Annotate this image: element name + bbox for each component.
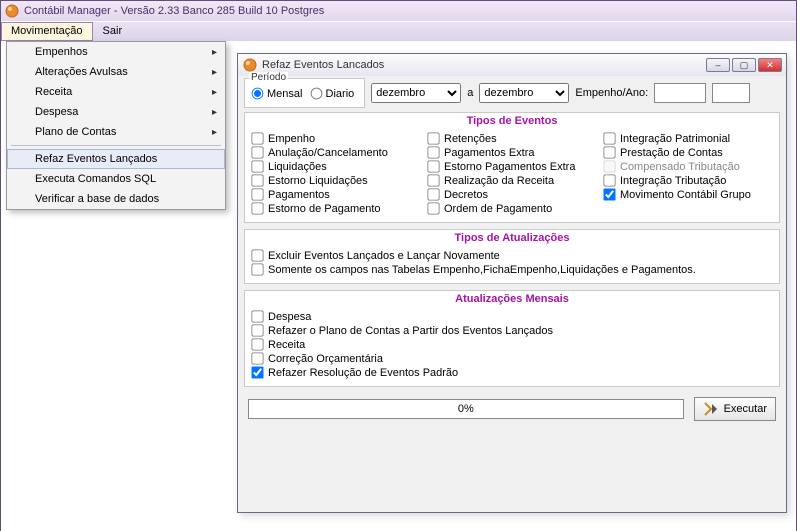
periodo-group: Período Mensal Diario xyxy=(244,78,365,108)
main-title: Contábil Manager - Versão 2.33 Banco 285… xyxy=(24,5,324,17)
ck-receita[interactable]: Receita xyxy=(251,338,773,351)
ck-realizacao-receita[interactable]: Realização da Receita xyxy=(427,174,597,187)
ck-refazer-resolucao-eventos[interactable]: Refazer Resolução de Eventos Padrão xyxy=(251,366,773,379)
chevron-right-icon: ▸ xyxy=(212,87,217,98)
main-titlebar: Contábil Manager - Versão 2.33 Banco 285… xyxy=(1,1,796,21)
chevron-right-icon: ▸ xyxy=(212,127,217,138)
menu-verificar-base-dados[interactable]: Verificar a base de dados xyxy=(7,189,225,209)
menu-receita[interactable]: Receita▸ xyxy=(7,82,225,102)
progress-bar: 0% xyxy=(248,399,684,419)
close-button[interactable]: ✕ xyxy=(758,58,782,72)
ck-liquidacoes[interactable]: Liquidações xyxy=(251,160,421,173)
empenho-input[interactable] xyxy=(654,83,706,103)
tipos-atualizacoes-legend: Tipos de Atualizações xyxy=(245,232,779,244)
ck-anulacao-cancelamento[interactable]: Anulação/Cancelamento xyxy=(251,146,421,159)
ck-estorno-pagamentos-extra[interactable]: Estorno Pagamentos Extra xyxy=(427,160,597,173)
executar-button[interactable]: Executar xyxy=(694,397,776,421)
ck-compensado-tributacao: Compensado Tributação xyxy=(603,160,773,173)
menu-empenhos[interactable]: Empenhos▸ xyxy=(7,42,225,62)
ck-empenho[interactable]: Empenho xyxy=(251,132,421,145)
menu-sair[interactable]: Sair xyxy=(93,22,133,41)
atualizacoes-mensais-legend: Atualizações Mensais xyxy=(245,293,779,305)
execute-icon xyxy=(703,401,719,417)
ck-pagamentos-extra[interactable]: Pagamentos Extra xyxy=(427,146,597,159)
radio-diario[interactable]: Diario xyxy=(310,87,355,100)
ck-refazer-plano-contas[interactable]: Refazer o Plano de Contas a Partir dos E… xyxy=(251,324,773,337)
menu-alteracoes-avulsas[interactable]: Alterações Avulsas▸ xyxy=(7,62,225,82)
chevron-right-icon: ▸ xyxy=(212,47,217,58)
app-icon xyxy=(5,4,19,18)
workspace: Empenhos▸ Alterações Avulsas▸ Receita▸ D… xyxy=(1,41,796,531)
menu-executa-comandos-sql[interactable]: Executa Comandos SQL xyxy=(7,169,225,189)
ck-prestacao-contas[interactable]: Prestação de Contas xyxy=(603,146,773,159)
ck-decretos[interactable]: Decretos xyxy=(427,188,597,201)
radio-mensal[interactable]: Mensal xyxy=(251,87,302,100)
periodo-legend: Período xyxy=(249,72,288,83)
progress-label: 0% xyxy=(458,403,474,415)
ck-despesa[interactable]: Despesa xyxy=(251,310,773,323)
menu-movimentacao[interactable]: Movimentação xyxy=(1,22,93,41)
empenho-ano-label: Empenho/Ano: xyxy=(575,87,648,99)
ck-estorno-pagamento[interactable]: Estorno de Pagamento xyxy=(251,202,421,215)
ck-pagamentos[interactable]: Pagamentos xyxy=(251,188,421,201)
minimize-button[interactable]: – xyxy=(706,58,730,72)
child-app-icon xyxy=(243,58,257,72)
ck-movimento-contabil-grupo[interactable]: Movimento Contábil Grupo xyxy=(603,188,773,201)
ck-integracao-tributacao[interactable]: Integração Tributação xyxy=(603,174,773,187)
atualizacoes-mensais-group: Atualizações Mensais Despesa Refazer o P… xyxy=(244,290,780,387)
tipos-eventos-group: Tipos de Eventos Empenho Anulação/Cancel… xyxy=(244,112,780,223)
maximize-button[interactable]: ▢ xyxy=(732,58,756,72)
tipos-atualizacoes-group: Tipos de Atualizações Excluir Eventos La… xyxy=(244,229,780,284)
menu-despesa[interactable]: Despesa▸ xyxy=(7,102,225,122)
child-title: Refaz Eventos Lancados xyxy=(262,59,704,71)
between-label: a xyxy=(467,87,473,99)
ck-correcao-orcamentaria[interactable]: Correção Orçamentária xyxy=(251,352,773,365)
chevron-right-icon: ▸ xyxy=(212,67,217,78)
month-to-select[interactable]: dezembro xyxy=(479,83,569,103)
ano-input[interactable] xyxy=(712,83,750,103)
ck-excluir-eventos-relancar[interactable]: Excluir Eventos Lançados e Lançar Novame… xyxy=(251,249,773,262)
ck-somente-campos-tabelas[interactable]: Somente os campos nas Tabelas Empenho,Fi… xyxy=(251,263,773,276)
tipos-eventos-legend: Tipos de Eventos xyxy=(245,115,779,127)
ck-integracao-patrimonial[interactable]: Integração Patrimonial xyxy=(603,132,773,145)
month-from-select[interactable]: dezembro xyxy=(371,83,461,103)
ck-estorno-liquidacoes[interactable]: Estorno Liquidações xyxy=(251,174,421,187)
menu-separator xyxy=(11,145,221,146)
child-titlebar: Refaz Eventos Lancados – ▢ ✕ xyxy=(238,54,786,76)
menubar: Movimentação Sair xyxy=(1,21,796,41)
menu-refaz-eventos-lancados[interactable]: Refaz Eventos Lançados xyxy=(7,149,225,169)
chevron-right-icon: ▸ xyxy=(212,107,217,118)
ck-ordem-pagamento[interactable]: Ordem de Pagamento xyxy=(427,202,597,215)
ck-retencoes[interactable]: Retenções xyxy=(427,132,597,145)
child-window: Refaz Eventos Lancados – ▢ ✕ Período Men… xyxy=(237,53,787,513)
menu-plano-de-contas[interactable]: Plano de Contas▸ xyxy=(7,122,225,142)
movimentacao-dropdown: Empenhos▸ Alterações Avulsas▸ Receita▸ D… xyxy=(6,41,226,210)
